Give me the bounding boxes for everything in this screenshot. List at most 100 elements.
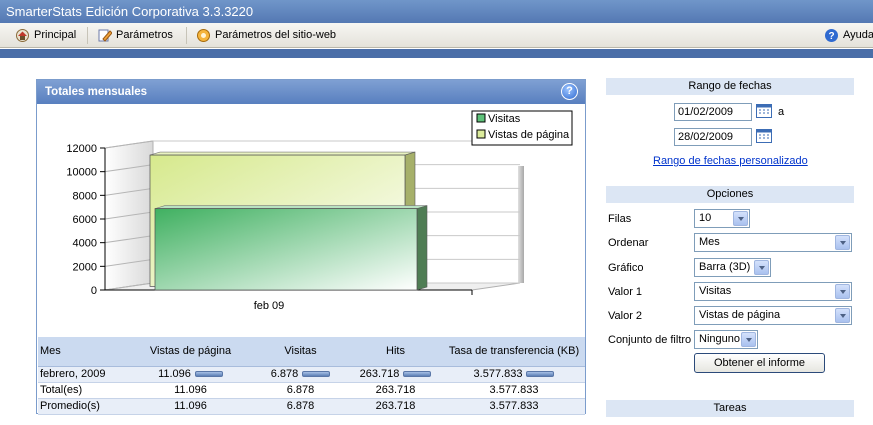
toolbar-divider bbox=[186, 27, 187, 44]
chevron-down-icon bbox=[754, 260, 769, 275]
bar-visitas bbox=[154, 208, 418, 291]
cell-visitas: 6.878 bbox=[253, 366, 348, 383]
cell-mes: Promedio(s) bbox=[38, 398, 128, 415]
filtro-value: Ninguno bbox=[699, 333, 740, 345]
valor2-select[interactable]: Vistas de página bbox=[694, 306, 852, 325]
cell-mes: Total(es) bbox=[38, 382, 128, 399]
x-tick-label: feb 09 bbox=[254, 300, 285, 312]
monthly-chart: 0 2000 4000 6000 8000 10000 12000 feb 09 Visita… bbox=[66, 110, 573, 312]
custom-date-range-link[interactable]: Rango de fechas personalizado bbox=[653, 155, 808, 167]
col-visitas[interactable]: Visitas bbox=[253, 337, 348, 367]
filtro-select[interactable]: Ninguno bbox=[694, 330, 758, 349]
bar-visitas-top bbox=[154, 205, 428, 209]
date-from-input[interactable]: 01/02/2009 bbox=[674, 103, 752, 121]
col-vistas[interactable]: Vistas de página bbox=[128, 337, 253, 367]
y-tick-label: 8000 bbox=[73, 190, 97, 202]
calendar-icon[interactable] bbox=[756, 128, 773, 144]
ordenar-label: Ordenar bbox=[608, 237, 649, 249]
cell-value: 11.096 bbox=[158, 368, 191, 380]
grafico-select[interactable]: Barra (3D) bbox=[694, 258, 771, 277]
help-icon: ? bbox=[825, 29, 838, 42]
cell-hits: 263.718 bbox=[348, 382, 443, 399]
y-tick-label: 4000 bbox=[73, 238, 97, 250]
chevron-down-icon bbox=[835, 308, 850, 323]
chevron-down-icon bbox=[835, 284, 850, 299]
totals-table: Mes Vistas de página Visitas Hits Tasa d… bbox=[38, 337, 585, 415]
toolbar-divider bbox=[87, 27, 88, 44]
y-tick-label: 6000 bbox=[73, 214, 97, 226]
cell-visitas: 6.878 bbox=[253, 382, 348, 399]
svg-text:?: ? bbox=[828, 31, 834, 42]
cell-value: 263.718 bbox=[359, 368, 400, 380]
legend-swatch bbox=[476, 129, 486, 139]
date-range-header: Rango de fechas bbox=[606, 78, 854, 95]
mini-bar bbox=[194, 371, 223, 378]
legend-label: Visitas bbox=[488, 113, 521, 125]
grafico-value: Barra (3D) bbox=[699, 261, 751, 273]
date-to-input[interactable]: 28/02/2009 bbox=[674, 128, 752, 146]
toolbar: Principal Parámetros Parámetros del siti… bbox=[0, 23, 873, 48]
cell-value: 6.878 bbox=[270, 368, 299, 380]
y-tick-label: 12000 bbox=[66, 143, 97, 155]
panel-title: Totales mensuales bbox=[37, 80, 585, 104]
chart-right-wall bbox=[518, 166, 524, 283]
col-transfer[interactable]: Tasa de transferencia (KB) bbox=[443, 337, 585, 367]
filas-label: Filas bbox=[608, 213, 632, 225]
ordenar-select[interactable]: Mes bbox=[694, 233, 852, 252]
valor1-select[interactable]: Visitas bbox=[694, 282, 852, 301]
parametros-sitio-label: Parámetros del sitio-web bbox=[215, 29, 337, 41]
mini-bar bbox=[526, 371, 555, 378]
cell-transfer: 3.577.833 bbox=[443, 366, 585, 383]
valor2-value: Vistas de página bbox=[699, 309, 781, 321]
cell-hits: 263.718 bbox=[348, 398, 443, 415]
col-hits[interactable]: Hits bbox=[348, 337, 443, 367]
cell-vistas: 11.096 bbox=[128, 366, 253, 383]
valor2-label: Valor 2 bbox=[608, 310, 643, 322]
y-tick-label: 10000 bbox=[66, 167, 97, 179]
principal-label: Principal bbox=[34, 29, 77, 41]
filtro-label: Conjunto de filtro bbox=[608, 334, 692, 346]
grafico-label: Gráfico bbox=[608, 262, 644, 274]
bar-visitas-side bbox=[416, 205, 428, 291]
cell-value: 3.577.833 bbox=[473, 368, 523, 380]
header-strip bbox=[0, 49, 873, 58]
app-title: SmarterStats Edición Corporativa 3.3.322… bbox=[0, 0, 873, 23]
legend-swatch bbox=[476, 113, 486, 123]
chevron-down-icon bbox=[741, 332, 756, 347]
cell-vistas: 11.096 bbox=[128, 382, 253, 399]
date-to-label: a bbox=[778, 106, 785, 118]
home-icon bbox=[16, 29, 29, 42]
get-report-button[interactable]: Obtener el informe bbox=[694, 353, 825, 373]
ayuda-button[interactable]: ? Ayuda bbox=[824, 27, 873, 44]
cell-mes: febrero, 2009 bbox=[38, 366, 128, 383]
table-row: febrero, 2009 11.096 6.878 263.718 3.577… bbox=[38, 366, 585, 383]
cell-transfer: 3.577.833 bbox=[443, 382, 585, 399]
parametros-label: Parámetros bbox=[116, 29, 173, 41]
cell-hits: 263.718 bbox=[348, 366, 443, 383]
y-tick-label: 2000 bbox=[73, 261, 97, 273]
y-tick-label: 0 bbox=[91, 285, 97, 297]
monthly-totals-panel: Totales mensuales ? 0 2000 4000 6000 8000 100… bbox=[36, 79, 586, 415]
filas-value: 10 bbox=[699, 212, 712, 224]
table-row: Promedio(s) 11.096 6.878 263.718 3.577.8… bbox=[38, 398, 585, 415]
table-row: Total(es) 11.096 6.878 263.718 3.577.833 bbox=[38, 382, 585, 399]
valor1-value: Visitas bbox=[699, 285, 732, 297]
parametros-button[interactable]: Parámetros bbox=[97, 27, 173, 44]
ordenar-value: Mes bbox=[699, 236, 720, 248]
table-header-row: Mes Vistas de página Visitas Hits Tasa d… bbox=[38, 337, 585, 367]
gear-icon bbox=[197, 29, 210, 42]
mini-bar bbox=[403, 371, 432, 378]
chevron-down-icon bbox=[733, 211, 748, 226]
legend-label: Vistas de página bbox=[488, 129, 570, 141]
panel-help-icon[interactable]: ? bbox=[561, 83, 578, 100]
col-mes[interactable]: Mes bbox=[38, 337, 128, 367]
cell-vistas: 11.096 bbox=[128, 398, 253, 415]
cell-visitas: 6.878 bbox=[253, 398, 348, 415]
edit-icon bbox=[98, 29, 112, 42]
principal-button[interactable]: Principal bbox=[15, 27, 76, 44]
calendar-icon[interactable] bbox=[756, 103, 773, 119]
options-header: Opciones bbox=[606, 186, 854, 203]
tasks-header: Tareas bbox=[606, 400, 854, 417]
parametros-sitio-button[interactable]: Parámetros del sitio-web bbox=[196, 27, 336, 44]
filas-select[interactable]: 10 bbox=[694, 209, 750, 228]
